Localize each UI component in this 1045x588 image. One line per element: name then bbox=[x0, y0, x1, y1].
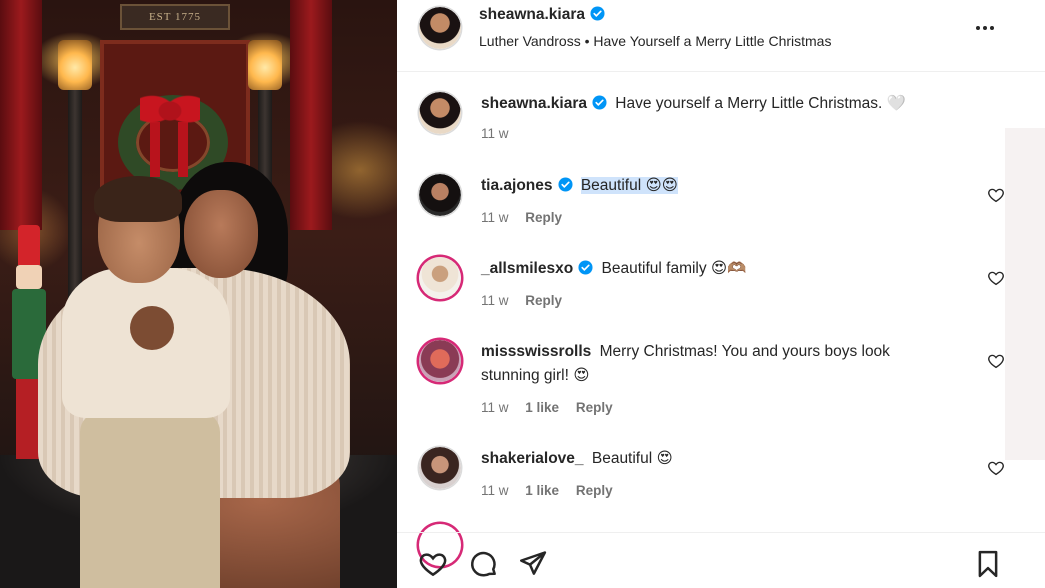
like-comment-heart-icon[interactable] bbox=[987, 269, 1005, 287]
child-pants bbox=[80, 412, 220, 588]
verified-badge-icon bbox=[557, 177, 573, 192]
comment-text: _allsmilesxo Beautiful family 😍🫶🏽 bbox=[481, 257, 941, 281]
post-header: sheawna.kiara Luther Vandross • Have You… bbox=[397, 0, 1045, 72]
post-image[interactable]: EST 1775 bbox=[0, 0, 397, 588]
more-horizontal-icon[interactable] bbox=[973, 16, 997, 40]
curtain-left bbox=[0, 0, 42, 230]
reply-button[interactable]: Reply bbox=[576, 400, 613, 415]
comment-item: _allsmilesxo Beautiful family 😍🫶🏽 11 w R… bbox=[397, 255, 1045, 325]
comment-text: missswissrolls Merry Christmas! You and … bbox=[481, 340, 941, 388]
comment-username[interactable]: _allsmilesxo bbox=[481, 260, 593, 277]
post-action-bar bbox=[397, 532, 1045, 588]
comment-meta: 11 w Reply bbox=[481, 210, 575, 225]
squirrel-motif bbox=[130, 306, 174, 350]
heart-icon[interactable] bbox=[418, 549, 448, 579]
avatar[interactable] bbox=[419, 174, 461, 216]
comment-item: missswissrolls Merry Christmas! You and … bbox=[397, 338, 1045, 433]
comment-likes-count[interactable]: 1 like bbox=[525, 483, 559, 498]
lamp-right bbox=[248, 40, 282, 90]
verified-badge-icon bbox=[590, 6, 605, 21]
timestamp[interactable]: 11 w bbox=[481, 400, 509, 415]
curtain-right bbox=[290, 0, 332, 230]
post-detail-panel: sheawna.kiara Luther Vandross • Have You… bbox=[397, 0, 1045, 588]
red-bow bbox=[140, 92, 200, 130]
ribbon bbox=[178, 122, 188, 177]
like-comment-heart-icon[interactable] bbox=[987, 459, 1005, 477]
comment-icon[interactable] bbox=[469, 549, 499, 579]
avatar[interactable] bbox=[419, 447, 461, 489]
avatar[interactable] bbox=[419, 7, 461, 49]
header-username[interactable]: sheawna.kiara bbox=[479, 6, 605, 24]
avatar[interactable] bbox=[419, 257, 461, 299]
audio-track[interactable]: Luther Vandross • Have Yourself a Merry … bbox=[479, 33, 831, 49]
ribbon bbox=[150, 122, 160, 177]
caption-body: Have yourself a Merry Little Christmas. … bbox=[615, 95, 906, 112]
comment-body: Beautiful 😍 bbox=[591, 450, 673, 467]
comment-username[interactable]: shakerialove_ bbox=[481, 450, 584, 467]
reply-button[interactable]: Reply bbox=[525, 210, 562, 225]
comment-body: Beautiful 😍😍 bbox=[580, 177, 678, 194]
verified-badge-icon bbox=[578, 260, 593, 275]
username-text[interactable]: sheawna.kiara bbox=[479, 6, 585, 23]
send-icon[interactable] bbox=[518, 549, 548, 579]
timestamp[interactable]: 11 w bbox=[481, 483, 509, 498]
avatar[interactable] bbox=[419, 92, 461, 134]
bookmark-icon[interactable] bbox=[973, 549, 1003, 579]
comment-meta: 11 w Reply bbox=[481, 293, 575, 308]
comment-username[interactable]: missswissrolls bbox=[481, 343, 591, 360]
like-comment-heart-icon[interactable] bbox=[987, 186, 1005, 204]
comment-text: tia.ajones Beautiful 😍😍 bbox=[481, 174, 941, 198]
comment-likes-count[interactable]: 1 like bbox=[525, 400, 559, 415]
comment-meta: 11 w 1 like Reply bbox=[481, 400, 626, 415]
comment-text: shakerialove_ Beautiful 😍 bbox=[481, 447, 941, 471]
timestamp[interactable]: 11 w bbox=[481, 126, 509, 141]
timestamp[interactable]: 11 w bbox=[481, 293, 509, 308]
verified-badge-icon bbox=[592, 95, 607, 110]
shop-sign: EST 1775 bbox=[120, 4, 230, 30]
comment-item: shakerialove_ Beautiful 😍 11 w 1 like Re… bbox=[397, 445, 1045, 515]
caption: sheawna.kiara Have yourself a Merry Litt… bbox=[397, 90, 1045, 160]
like-comment-heart-icon[interactable] bbox=[987, 352, 1005, 370]
caption-text: sheawna.kiara Have yourself a Merry Litt… bbox=[481, 92, 941, 116]
caption-username[interactable]: sheawna.kiara bbox=[481, 95, 607, 112]
child-hair bbox=[94, 176, 182, 222]
timestamp[interactable]: 11 w bbox=[481, 210, 509, 225]
lamp-left bbox=[58, 40, 92, 90]
caption-meta: 11 w bbox=[481, 126, 522, 141]
avatar[interactable] bbox=[419, 340, 461, 382]
comment-username[interactable]: tia.ajones bbox=[481, 177, 573, 194]
comment-item: tia.ajones Beautiful 😍😍 11 w Reply bbox=[397, 172, 1045, 242]
comment-meta: 11 w 1 like Reply bbox=[481, 483, 626, 498]
comment-body: Beautiful family 😍🫶🏽 bbox=[601, 260, 747, 277]
woman-face bbox=[184, 190, 258, 278]
reply-button[interactable]: Reply bbox=[525, 293, 562, 308]
reply-button[interactable]: Reply bbox=[576, 483, 613, 498]
